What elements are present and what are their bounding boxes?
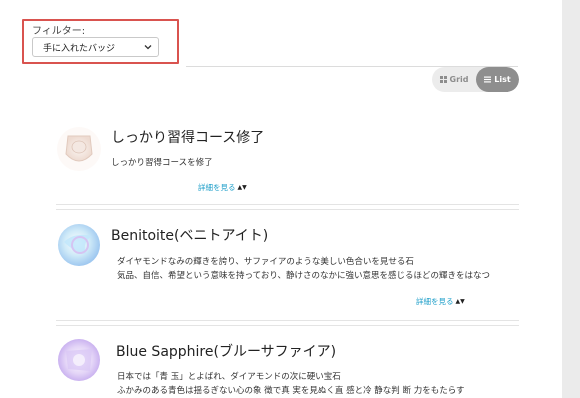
- badge-filter-select[interactable]: 手に入れたバッジ: [32, 37, 159, 57]
- caret-down-icon: ▲▼: [455, 298, 465, 305]
- badge-description: 気品、自信、希望という意味を持っており、静けさのなかに強い意思を感じるほどの輝き…: [117, 271, 490, 281]
- list-view-label: List: [494, 75, 511, 84]
- row-divider: [56, 320, 519, 321]
- blue-sapphire-badge-image: [58, 339, 100, 381]
- grid-icon: [439, 76, 447, 83]
- badge-title: しっかり習得コース修了: [111, 130, 265, 146]
- grid-view-button[interactable]: Grid: [432, 67, 476, 92]
- badge-description: 日本では「青 玉」とよばれ、ダイアモンドの次に硬い宝石: [117, 372, 341, 382]
- grid-view-label: Grid: [449, 75, 469, 84]
- badge-title: Blue Sapphire(ブルーサファイア): [116, 344, 337, 360]
- row-divider: [56, 325, 519, 326]
- filter-label: フィルター:: [32, 26, 86, 37]
- course-badge-image: [57, 127, 101, 171]
- badge-description: しっかり習得コースを修了: [111, 158, 213, 168]
- row-divider: [56, 209, 519, 210]
- badge-description: ふかみのある青色は揺るぎない心の象 徴で真 実を見ぬく直 感と冷 静な判 断 力…: [117, 386, 465, 396]
- badge-title: Benitoite(ベニトアイト): [111, 228, 269, 244]
- show-details-link[interactable]: 詳細を見る ▲▼: [416, 296, 465, 307]
- row-divider: [56, 204, 519, 205]
- chevron-down-icon: [144, 45, 152, 50]
- badge-description: ダイヤモンドなみの輝きを誇り、サファイアのような美しい色合いを見せる石: [117, 257, 414, 267]
- show-details-label: 詳細を見る: [198, 183, 236, 192]
- show-details-label: 詳細を見る: [416, 297, 454, 306]
- page-scrollbar[interactable]: [562, 0, 580, 398]
- list-view-button[interactable]: List: [476, 67, 519, 92]
- caret-down-icon: ▲▼: [237, 184, 247, 191]
- view-toggle: Grid List: [432, 67, 519, 92]
- benitoite-badge-image: [58, 224, 100, 266]
- list-icon: [484, 76, 492, 83]
- show-details-link[interactable]: 詳細を見る ▲▼: [198, 182, 247, 193]
- filter-selected-value: 手に入れたバッジ: [43, 43, 116, 54]
